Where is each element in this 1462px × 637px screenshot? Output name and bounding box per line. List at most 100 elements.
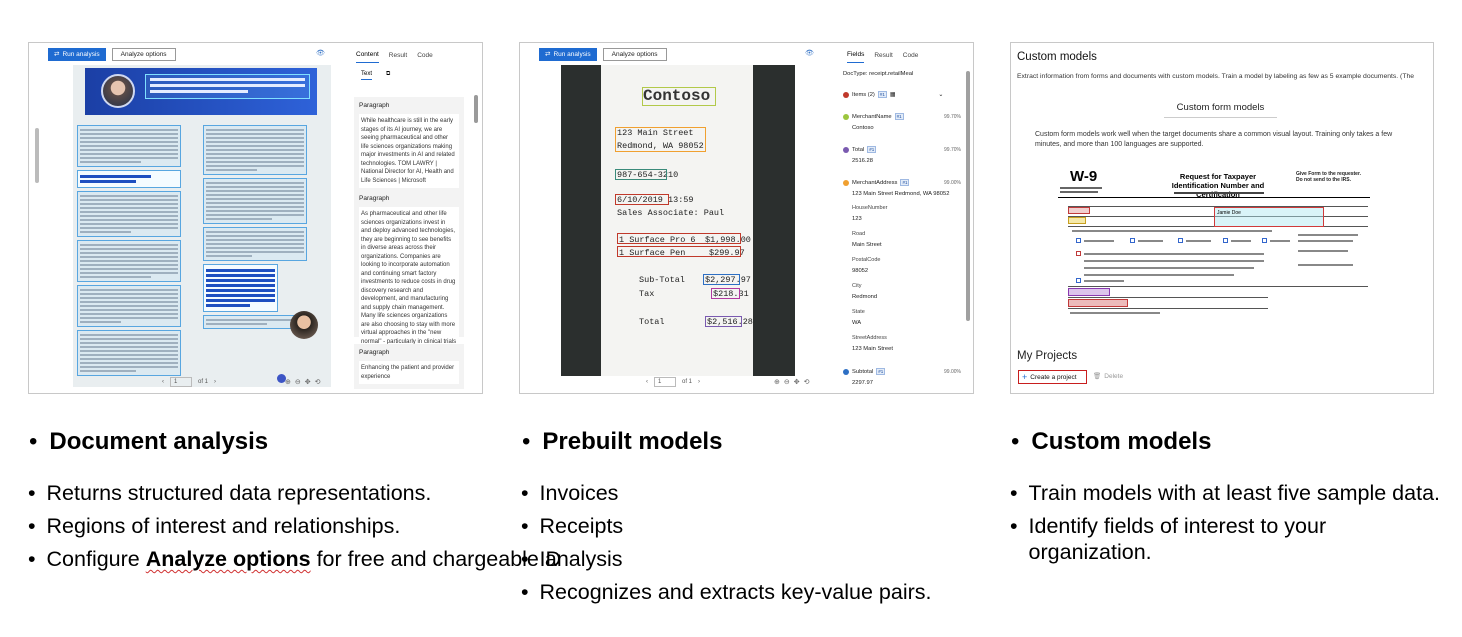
speaker-photo: [101, 74, 135, 108]
table-icon[interactable]: ▦: [890, 92, 895, 98]
paragraph-card[interactable]: Paragraph Enhancing the patient and prov…: [354, 344, 464, 389]
bullet-item: • Train models with at least five sample …: [1010, 481, 1441, 505]
paragraph-region[interactable]: [77, 285, 181, 327]
address-field-highlight[interactable]: [1068, 288, 1110, 296]
item2-box[interactable]: [617, 246, 741, 257]
next-page-icon[interactable]: ›: [214, 379, 216, 385]
page-description: Extract information from forms and docum…: [1017, 73, 1415, 80]
merchant-address-tag: #1: [900, 179, 910, 186]
heading-region[interactable]: [77, 170, 181, 188]
receipt-total-label: Total: [639, 317, 665, 327]
field-total[interactable]: Total #1 2516.28: [843, 146, 877, 164]
field-merchant-address[interactable]: MerchantAddress #1 123 Main Street Redmon…: [843, 179, 949, 197]
phone-box[interactable]: [615, 169, 667, 180]
toolbar: ⇄ Run analysis Analyze options: [520, 43, 667, 65]
receipt-associate: Sales Associate: Paul: [617, 208, 725, 218]
requester-name-highlight[interactable]: Jamie Doe: [1214, 207, 1324, 227]
analyze-options-button[interactable]: Analyze options: [602, 47, 667, 61]
custom-models-screenshot: Custom models Extract information from f…: [1010, 42, 1434, 394]
paragraph-text: Enhancing the patient and provider exper…: [359, 361, 459, 384]
page-navigator: ‹ 1 of 1 ›: [646, 377, 700, 387]
document-analysis-screenshot: ⇄ Run analysis Analyze options 👁 Content…: [28, 42, 483, 394]
business-name-highlight[interactable]: [1068, 217, 1086, 224]
tax-box[interactable]: [711, 288, 740, 299]
zoom-controls[interactable]: ⊕⊖✥⟲: [774, 378, 813, 386]
item1-box[interactable]: [617, 233, 741, 244]
receipt-subtotal-label: Sub-Total: [639, 275, 685, 285]
document-preview: [73, 65, 331, 387]
total-box[interactable]: [705, 316, 742, 327]
merchant-address-confidence: 99.00%: [944, 180, 961, 186]
sidebar-scrollbar[interactable]: [474, 95, 478, 123]
paragraph-label: Paragraph: [359, 195, 390, 202]
tab-result[interactable]: Result: [389, 52, 407, 63]
name-field-highlight[interactable]: [1068, 207, 1090, 214]
paragraph-region[interactable]: [77, 125, 181, 167]
run-icon: ⇄: [54, 51, 60, 58]
merchant-name-tag: #1: [894, 113, 904, 120]
paragraph-region[interactable]: [203, 125, 307, 175]
run-analysis-button[interactable]: ⇄ Run analysis: [539, 47, 597, 61]
section-heading: • Custom models: [1011, 428, 1212, 455]
paragraph-region[interactable]: [77, 240, 181, 282]
hero-banner: [85, 68, 317, 115]
page-title: Custom models: [1017, 51, 1097, 63]
prev-page-icon[interactable]: ‹: [162, 379, 164, 385]
prev-page-icon[interactable]: ‹: [646, 379, 648, 385]
tab-fields[interactable]: Fields: [847, 51, 865, 63]
city-label: City: [852, 283, 862, 289]
page-input[interactable]: 1: [654, 377, 676, 387]
paragraph-text: As pharmaceutical and other life science…: [359, 207, 459, 358]
w9-give-form: Give Form to the requester. Do not send …: [1296, 171, 1362, 183]
field-merchant-name[interactable]: MerchantName #1 Contoso: [843, 113, 904, 131]
create-project-button[interactable]: + Create a project: [1018, 370, 1087, 384]
paragraph-card[interactable]: Paragraph While healthcare is still in t…: [354, 97, 464, 191]
delete-button[interactable]: 🗑 Delete: [1093, 372, 1123, 381]
w9-header: W-9 Request for Taxpayer Identification …: [1058, 168, 1370, 199]
chevron-down-icon[interactable]: ⌄: [938, 92, 943, 98]
merchant-address-box[interactable]: [615, 127, 706, 152]
plus-icon: +: [1022, 372, 1028, 382]
date-box[interactable]: [615, 194, 669, 205]
field-subtotal[interactable]: Subtotal #1 2297.97: [843, 368, 886, 386]
zoom-controls[interactable]: ⊕⊖✥⟲: [285, 378, 324, 386]
paragraph-card[interactable]: Paragraph As pharmaceutical and other li…: [354, 190, 464, 358]
eye-icon[interactable]: 👁: [805, 49, 814, 57]
bullet-item: • Invoices: [521, 481, 619, 505]
quote-region[interactable]: [145, 74, 310, 99]
total-label: Total: [852, 146, 865, 153]
run-analysis-button[interactable]: ⇄ Run analysis: [48, 47, 106, 61]
state-label: State: [852, 309, 865, 315]
paragraph-region[interactable]: [203, 178, 307, 224]
merchant-name-box[interactable]: [642, 87, 716, 106]
subtab-text[interactable]: Text: [361, 71, 373, 80]
page-input[interactable]: 1: [170, 377, 192, 387]
content-subtabs: Text ⧉: [361, 71, 390, 80]
w9-title: Request for Taxpayer Identification Numb…: [1171, 172, 1265, 199]
tab-content[interactable]: Content: [356, 51, 379, 63]
paragraph-label: Paragraph: [359, 349, 390, 356]
eye-icon[interactable]: 👁: [316, 49, 325, 57]
tab-code[interactable]: Code: [417, 52, 433, 63]
subtotal-box[interactable]: [703, 274, 740, 285]
toolbar: ⇄ Run analysis Analyze options: [29, 43, 176, 65]
fields-scrollbar[interactable]: [966, 71, 970, 321]
callout-region[interactable]: [203, 264, 278, 312]
paragraph-region[interactable]: [203, 227, 307, 261]
tab-code[interactable]: Code: [903, 52, 919, 63]
w9-form-preview: W-9 Request for Taxpayer Identification …: [1058, 168, 1370, 318]
city-field-highlight[interactable]: [1068, 299, 1128, 307]
next-page-icon[interactable]: ›: [698, 379, 700, 385]
tab-result[interactable]: Result: [874, 52, 892, 63]
document-scrollbar[interactable]: [35, 128, 39, 183]
doctype-label: DocType: receipt.retailMeal: [843, 71, 914, 77]
field-items[interactable]: Items (2) #1 ▦ ⌄: [843, 91, 943, 98]
paragraph-region[interactable]: [77, 191, 181, 237]
merchant-address-value: 123 Main Street Redmond, WA 98052: [852, 191, 950, 197]
merchant-name-label: MerchantName: [852, 113, 892, 120]
copy-icon[interactable]: ⧉: [386, 71, 390, 80]
total-tag: #1: [867, 146, 877, 153]
analyze-options-button[interactable]: Analyze options: [111, 47, 176, 61]
paragraph-region[interactable]: [77, 330, 181, 376]
bullet-item: • ID: [521, 547, 562, 571]
